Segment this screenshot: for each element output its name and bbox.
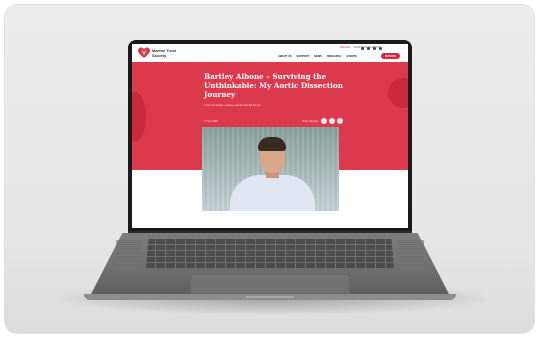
top-donate-link[interactable]: DONATE [340,46,350,49]
heart-logo-icon [138,47,150,58]
laptop-screen: Marfan Trust Society DONATE SUPPORTERS A… [132,44,408,228]
social-icons [361,47,382,50]
article-title: Bartley Albone – Surviving the Unthinkab… [204,72,343,99]
nav-item-support[interactable]: SUPPORT [297,55,310,58]
share-bar: Share this story [302,118,343,124]
nav-item-events[interactable]: EVENTS [346,55,356,58]
share-label: Share this story [302,119,319,123]
share-email-icon[interactable] [336,118,343,124]
speaker-left [116,240,142,268]
speaker-right [398,240,424,268]
main-nav: ABOUT US SUPPORT NEWS RESEARCH EVENTS [278,55,357,58]
instagram-icon[interactable] [373,47,376,50]
donate-button[interactable]: DONATE [381,53,400,59]
facebook-icon[interactable] [361,47,364,50]
article-date: 17 Nov 2023 [204,120,218,123]
laptop-notch [246,296,294,298]
article-subtitle: A story of courage, recovery, and the st… [204,104,261,107]
nav-item-news[interactable]: NEWS [314,55,322,58]
twitter-icon[interactable] [367,47,370,50]
article-photo [202,127,339,211]
laptop-trackpad [190,274,350,294]
share-facebook-icon[interactable] [320,118,327,124]
site-logo-text: Marfan Trust Society [152,48,177,58]
photo-shirt [230,175,315,211]
nav-item-about[interactable]: ABOUT US [278,55,292,58]
linkedin-icon[interactable] [379,47,382,50]
site-header: Marfan Trust Society DONATE SUPPORTERS A… [132,44,408,62]
decorative-shape [388,78,408,108]
decorative-shape [132,92,146,142]
nav-item-research[interactable]: RESEARCH [327,55,342,58]
share-twitter-icon[interactable] [328,118,335,124]
